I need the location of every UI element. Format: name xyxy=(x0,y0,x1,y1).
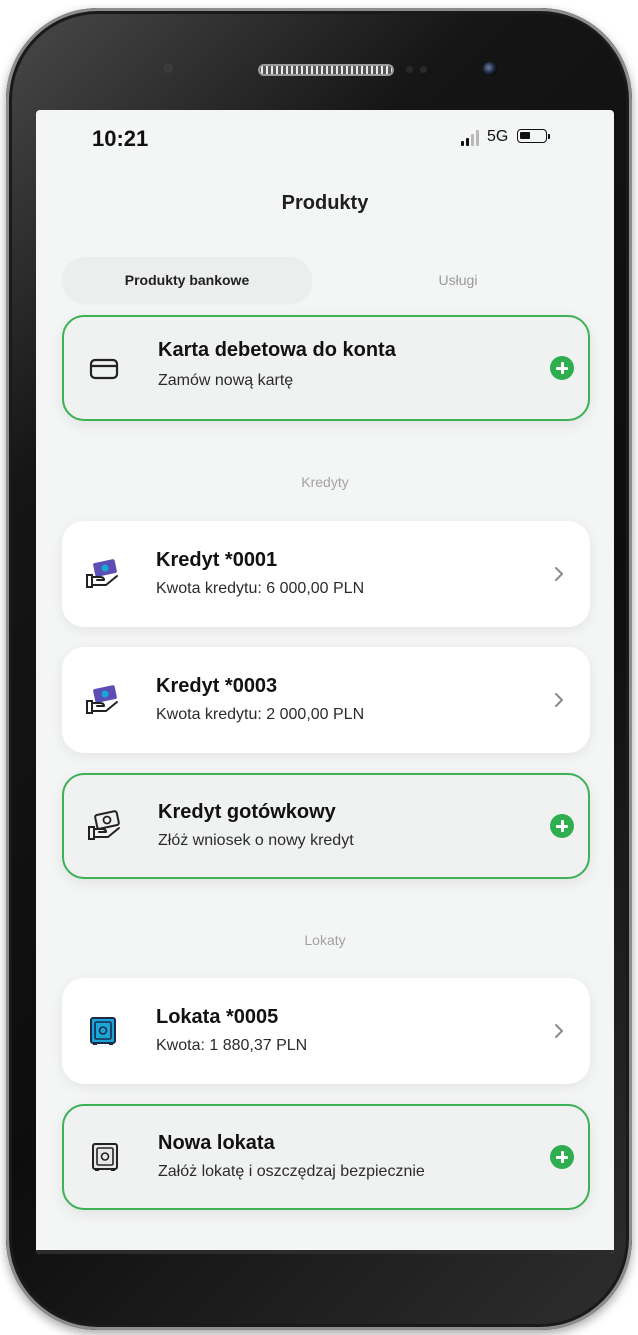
screen-bottom-edge xyxy=(36,1250,614,1254)
battery-tip xyxy=(548,134,550,139)
chevron-right-icon xyxy=(555,1024,563,1038)
order-debit-card-item[interactable]: Karta debetowa do konta Zamów nową kartę xyxy=(62,315,590,421)
section-label-kredyty: Kredyty xyxy=(301,474,349,490)
card-subtitle: Złóż wniosek o nowy kredyt xyxy=(158,832,354,849)
hand-money-icon xyxy=(88,810,120,840)
card-subtitle: Zamów nową kartę xyxy=(158,372,294,389)
status-time: 10:21 xyxy=(92,126,149,151)
deposit-title: Lokata *0005 xyxy=(156,1006,279,1028)
page-title: Produkty xyxy=(281,192,369,214)
hand-money-icon xyxy=(86,685,118,714)
credit-title: Kredyt *0003 xyxy=(156,675,278,697)
sensor-dot-icon xyxy=(406,66,413,73)
app-screen: 10:21 5G Produkty Produkty bankowe Usług… xyxy=(36,110,614,1254)
hand-money-icon xyxy=(86,559,118,588)
tab-bar: Produkty bankowe Usługi xyxy=(62,257,590,303)
signal-strength-icon xyxy=(461,130,479,146)
plus-circle-icon[interactable] xyxy=(550,356,574,380)
network-type: 5G xyxy=(487,128,509,145)
card-title: Nowa lokata xyxy=(158,1132,275,1154)
credit-card-icon xyxy=(89,358,119,380)
chevron-right-icon xyxy=(555,567,563,581)
credit-amount: Kwota kredytu: 6 000,00 PLN xyxy=(156,580,365,597)
safe-icon xyxy=(90,1017,116,1045)
card-subtitle: Załóż lokatę i oszczędzaj bezpiecznie xyxy=(158,1163,425,1180)
plus-circle-icon[interactable] xyxy=(550,814,574,838)
credit-item-0001[interactable]: Kredyt *0001 Kwota kredytu: 6 000,00 PLN xyxy=(62,521,590,627)
tab-uslugi[interactable]: Usługi xyxy=(326,257,590,303)
section-label-lokaty: Lokaty xyxy=(304,932,346,948)
phone-frame: 10:21 5G Produkty Produkty bankowe Usług… xyxy=(6,8,632,1330)
front-camera-icon xyxy=(483,62,497,76)
credit-item-0003[interactable]: Kredyt *0003 Kwota kredytu: 2 000,00 PLN xyxy=(62,647,590,753)
tab-produkty-bankowe[interactable]: Produkty bankowe xyxy=(62,257,312,303)
card-title: Kredyt gotówkowy xyxy=(158,801,336,823)
safe-icon xyxy=(92,1143,118,1171)
plus-circle-icon[interactable] xyxy=(550,1145,574,1169)
credit-title: Kredyt *0001 xyxy=(156,549,278,571)
card-title: Karta debetowa do konta xyxy=(158,339,396,361)
credit-amount: Kwota kredytu: 2 000,00 PLN xyxy=(156,706,365,723)
deposit-amount: Kwota: 1 880,37 PLN xyxy=(156,1037,308,1054)
deposit-item-0005[interactable]: Lokata *0005 Kwota: 1 880,37 PLN xyxy=(62,978,590,1084)
proximity-sensor-icon xyxy=(163,63,173,73)
battery-icon xyxy=(517,129,547,143)
new-deposit-item[interactable]: Nowa lokata Załóż lokatę i oszczędzaj be… xyxy=(62,1104,590,1210)
earpiece-speaker xyxy=(258,64,394,76)
status-bar: 10:21 5G xyxy=(36,110,614,170)
chevron-right-icon xyxy=(555,693,563,707)
sensor-dot-icon xyxy=(420,66,427,73)
new-cash-loan-item[interactable]: Kredyt gotówkowy Złóż wniosek o nowy kre… xyxy=(62,773,590,879)
